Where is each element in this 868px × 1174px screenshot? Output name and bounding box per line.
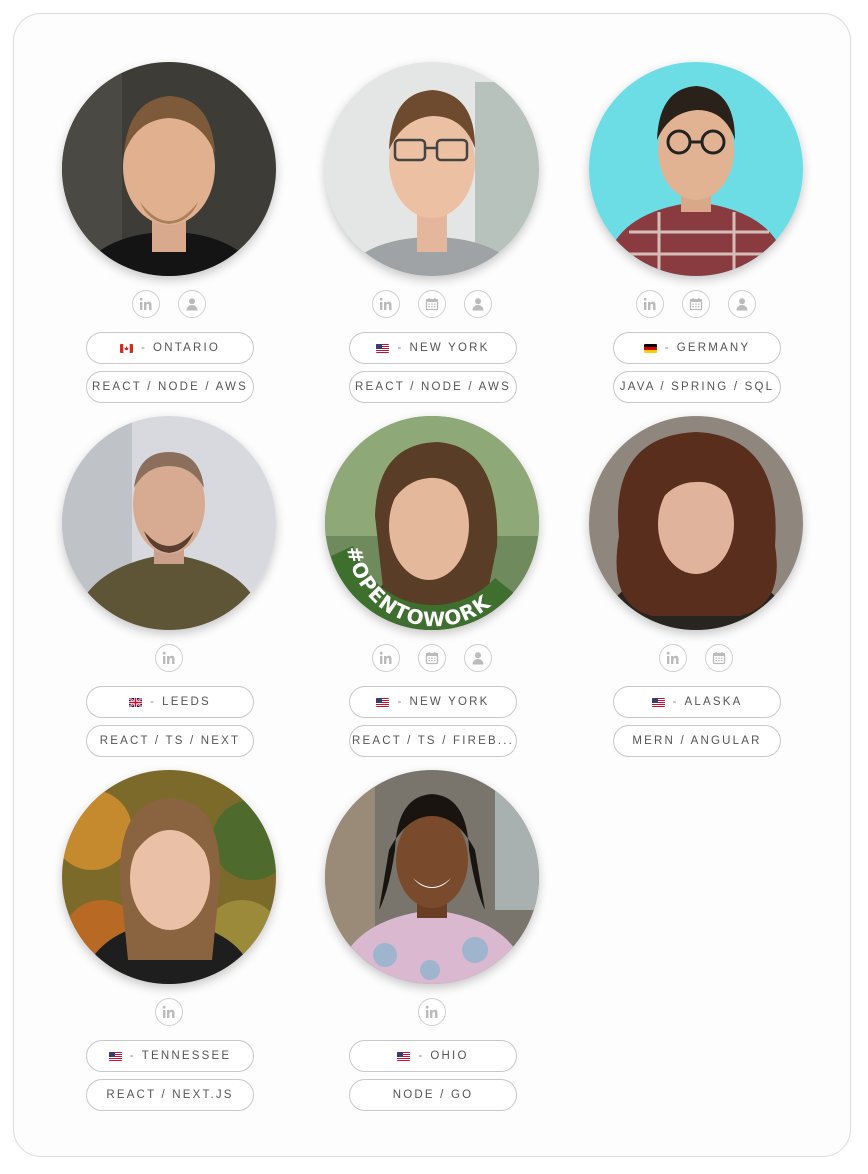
- separator: -: [150, 696, 157, 708]
- developer-card: - GERMANY JAVA / SPRING / SQL: [541, 14, 805, 403]
- tech-stack-badge: REACT / NEXT.JS: [86, 1079, 254, 1111]
- tech-stack-label: REACT / NEXT.JS: [106, 1089, 234, 1101]
- avatar[interactable]: [62, 416, 276, 630]
- usa-flag-icon: [376, 697, 390, 707]
- tech-stack-badge: MERN / ANGULAR: [613, 725, 781, 757]
- separator: -: [397, 696, 404, 708]
- social-icons: [277, 998, 587, 1028]
- separator: -: [418, 1050, 425, 1062]
- separator: -: [141, 342, 148, 354]
- separator: -: [397, 342, 404, 354]
- location-label: NEW YORK: [409, 696, 490, 708]
- location-label: GERMANY: [676, 342, 751, 354]
- usa-flag-icon: [108, 1051, 122, 1061]
- usa-flag-icon: [651, 697, 665, 707]
- avatar[interactable]: [325, 62, 539, 276]
- usa-flag-icon: [376, 343, 390, 353]
- developer-card: - OHIO NODE / GO: [277, 722, 541, 1111]
- profile-icon[interactable]: [464, 644, 492, 672]
- tech-stack-badge: NODE / GO: [349, 1079, 517, 1111]
- developer-card: - ALASKA MERN / ANGULAR: [541, 368, 805, 757]
- avatar[interactable]: [589, 62, 803, 276]
- location-badge: - GERMANY: [613, 332, 781, 364]
- linkedin-icon[interactable]: [659, 644, 687, 672]
- location-label: NEW YORK: [409, 342, 490, 354]
- location-label: OHIO: [430, 1050, 469, 1062]
- linkedin-icon[interactable]: [372, 290, 400, 318]
- profile-icon[interactable]: [728, 290, 756, 318]
- developer-card: - NEW YORK REACT / NODE / AWS: [277, 14, 541, 403]
- avatar[interactable]: [589, 416, 803, 630]
- calendar-icon[interactable]: [682, 290, 710, 318]
- linkedin-icon[interactable]: [155, 644, 183, 672]
- developer-card: - ONTARIO REACT / NODE / AWS: [14, 14, 278, 403]
- developers-panel: - ONTARIO REACT / NODE / AWS - NEW YORK …: [13, 13, 851, 1157]
- location-label: ONTARIO: [153, 342, 220, 354]
- canada-flag-icon: [120, 343, 134, 353]
- separator: -: [664, 342, 671, 354]
- location-badge: - LEEDS: [86, 686, 254, 718]
- linkedin-icon[interactable]: [132, 290, 160, 318]
- location-badge: - OHIO: [349, 1040, 517, 1072]
- social-icons: [541, 644, 851, 674]
- developer-card: - TENNESSEE REACT / NEXT.JS: [14, 722, 278, 1111]
- location-badge: - NEW YORK: [349, 686, 517, 718]
- calendar-icon[interactable]: [705, 644, 733, 672]
- separator: -: [672, 696, 679, 708]
- linkedin-icon[interactable]: [155, 998, 183, 1026]
- developer-card: - LEEDS REACT / TS / NEXT: [14, 368, 278, 757]
- location-badge: - ONTARIO: [86, 332, 254, 364]
- avatar[interactable]: [62, 770, 276, 984]
- germany-flag-icon: [643, 343, 657, 353]
- linkedin-icon[interactable]: [372, 644, 400, 672]
- location-badge: - ALASKA: [613, 686, 781, 718]
- avatar[interactable]: [325, 770, 539, 984]
- separator: -: [129, 1050, 136, 1062]
- tech-stack-label: NODE / GO: [392, 1089, 474, 1101]
- location-label: ALASKA: [684, 696, 743, 708]
- uk-flag-icon: [129, 697, 143, 707]
- location-label: TENNESSEE: [141, 1050, 232, 1062]
- calendar-icon[interactable]: [418, 644, 446, 672]
- avatar[interactable]: [62, 62, 276, 276]
- linkedin-icon[interactable]: [418, 998, 446, 1026]
- tech-stack-label: MERN / ANGULAR: [632, 735, 762, 747]
- developer-card: #OPENTOWORK - NEW YORK REACT / TS / FIRE…: [277, 368, 541, 757]
- location-badge: - NEW YORK: [349, 332, 517, 364]
- avatar[interactable]: #OPENTOWORK: [325, 416, 539, 630]
- calendar-icon[interactable]: [418, 290, 446, 318]
- location-label: LEEDS: [162, 696, 211, 708]
- location-badge: - TENNESSEE: [86, 1040, 254, 1072]
- usa-flag-icon: [397, 1051, 411, 1061]
- social-icons: [541, 290, 851, 320]
- profile-icon[interactable]: [464, 290, 492, 318]
- profile-icon[interactable]: [178, 290, 206, 318]
- linkedin-icon[interactable]: [636, 290, 664, 318]
